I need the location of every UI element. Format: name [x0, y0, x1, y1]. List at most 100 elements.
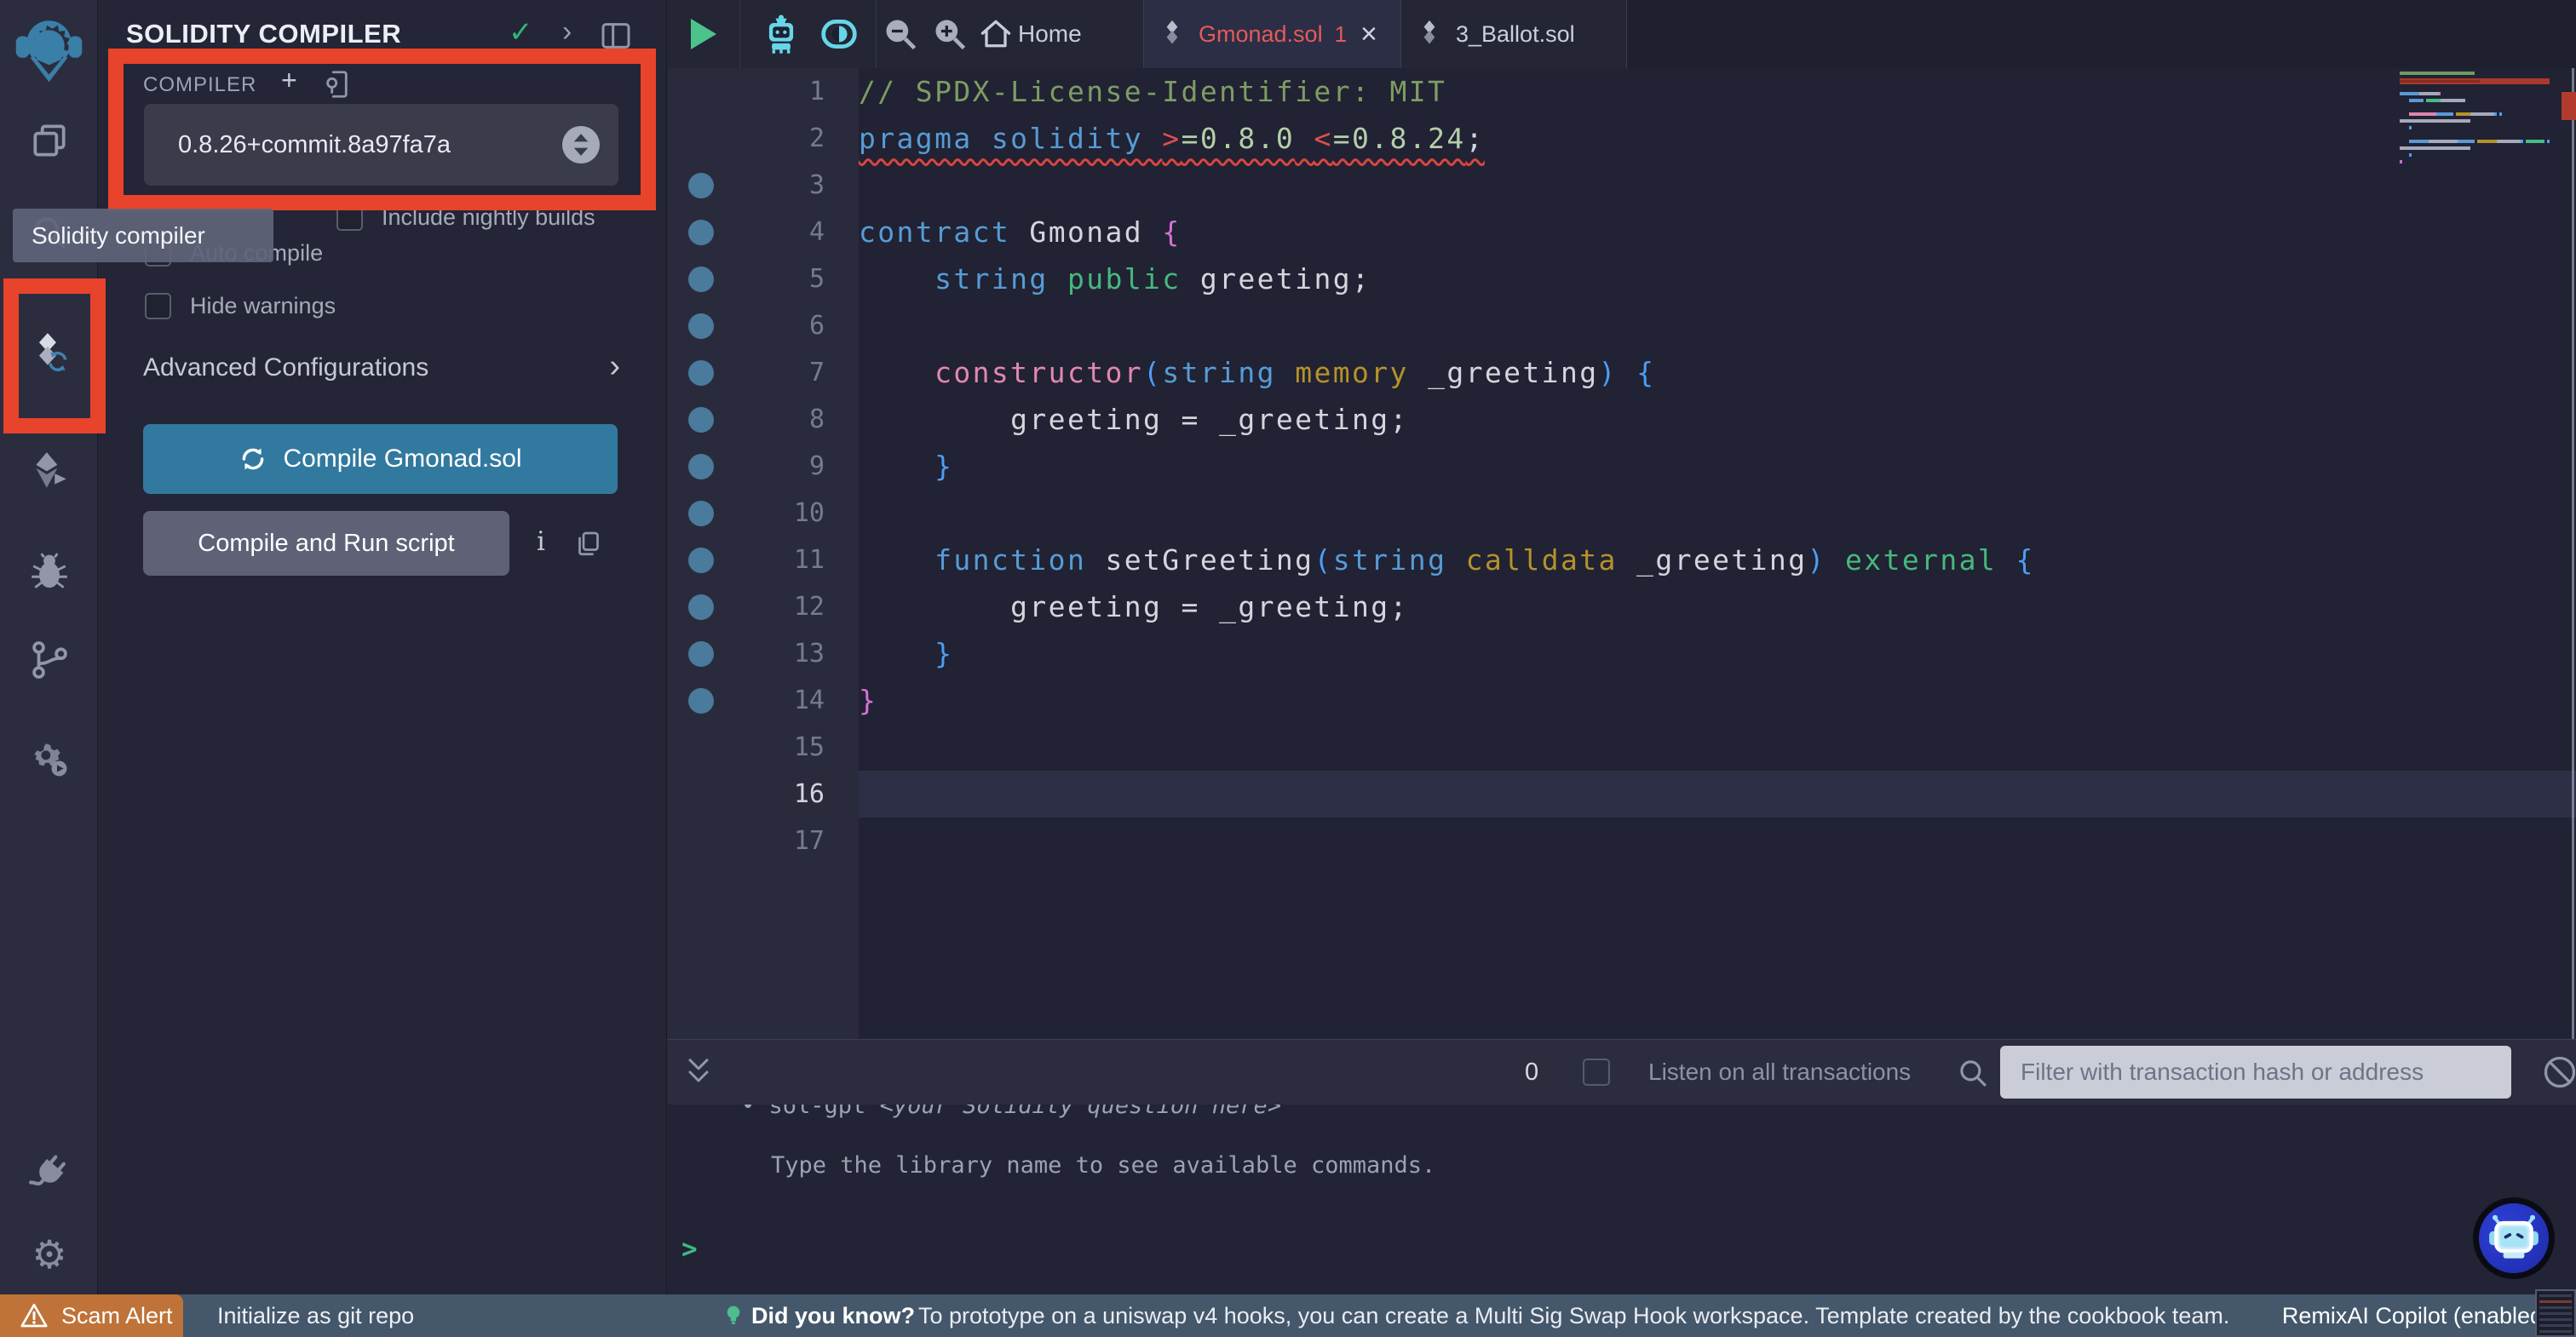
add-compiler-icon[interactable]: + [281, 65, 297, 96]
minimap-line [2400, 106, 2550, 109]
code-text: } [859, 684, 878, 717]
remixai-copilot-fab[interactable] [2473, 1197, 2555, 1279]
code-line[interactable]: 16 [667, 771, 2576, 818]
copilot-toggle-icon[interactable] [814, 15, 865, 57]
hide-warnings-row: Hide warnings [145, 293, 336, 319]
file-explorer-icon[interactable] [28, 119, 71, 162]
compiler-version-select[interactable]: 0.8.26+commit.8a97fa7a [144, 104, 618, 186]
info-icon[interactable]: i [537, 526, 545, 557]
remixai-copilot-status[interactable]: RemixAI Copilot (enabled) [2282, 1294, 2550, 1337]
zoom-out-icon[interactable] [882, 15, 919, 57]
editor-tab-bar: Home Gmonad.sol 1 × 3_Ballot.sol [667, 0, 2576, 68]
code-line[interactable]: 1 // SPDX-License-Identifier: MIT [667, 68, 2576, 115]
refresh-icon [243, 448, 264, 470]
advanced-configurations-row[interactable]: Advanced Configurations › [143, 348, 620, 384]
line-number: 12 [793, 592, 825, 622]
solidity-compiler-icon[interactable] [28, 330, 71, 373]
code-line[interactable]: 10 [667, 490, 2576, 537]
line-number: 1 [808, 77, 825, 106]
transaction-filter-input[interactable] [2000, 1046, 2511, 1099]
code-line[interactable]: 6 [667, 302, 2576, 349]
terminal-panel: 0 Listen on all transactions • sol-gpt <… [667, 1039, 2576, 1294]
line-number: 10 [793, 498, 825, 528]
solidity-compiler-tooltip: Solidity compiler [13, 209, 273, 262]
include-nightly-row: Include nightly builds [336, 204, 595, 231]
minimap-line [2400, 92, 2550, 95]
minimap-line [2400, 119, 2550, 123]
deploy-run-icon[interactable] [28, 450, 71, 492]
line-number: 3 [808, 170, 825, 200]
code-line[interactable]: 13 } [667, 630, 2576, 677]
split-panel-icon[interactable] [599, 19, 633, 57]
scam-alert-label: Scam Alert [61, 1302, 173, 1328]
compile-button-label: Compile Gmonad.sol [283, 445, 522, 473]
line-number: 6 [808, 311, 825, 341]
code-line[interactable]: 2 pragma solidity >=0.8.0 <=0.8.24; [667, 115, 2576, 162]
settings-icon[interactable]: ⚙ [28, 1233, 71, 1276]
chevron-right-icon: › [609, 348, 620, 384]
minimap-line [2400, 133, 2550, 136]
hide-warnings-checkbox[interactable] [145, 293, 171, 319]
lightbulb-icon [720, 1302, 747, 1334]
terminal-prompt[interactable]: > [681, 1234, 698, 1265]
did-you-know-label: Did you know? [751, 1303, 915, 1328]
home-icon[interactable] [977, 15, 1015, 57]
panel-forward-icon[interactable]: › [562, 15, 572, 49]
code-line[interactable]: 17 [667, 818, 2576, 864]
code-line[interactable]: 4 contract Gmonad { [667, 209, 2576, 255]
collapse-terminal-icon[interactable] [681, 1053, 716, 1095]
code-text: // SPDX-License-Identifier: MIT [859, 75, 1447, 108]
remixai-robot-icon[interactable] [759, 12, 803, 60]
scam-alert-badge[interactable]: Scam Alert [0, 1294, 183, 1337]
code-line[interactable]: 9 } [667, 443, 2576, 490]
compile-and-run-button[interactable]: Compile and Run script [143, 511, 509, 576]
clear-console-icon[interactable] [2541, 1053, 2576, 1095]
code-text: greeting = _greeting; [859, 590, 1409, 623]
remix-logo-icon[interactable] [9, 9, 89, 89]
code-line[interactable]: 14} [667, 677, 2576, 724]
compiler-license-icon[interactable] [321, 68, 354, 105]
copy-icon[interactable] [573, 528, 604, 563]
activity-bar: ⚙ [0, 0, 98, 1337]
tab-3-ballot-sol[interactable]: 3_Ballot.sol [1401, 0, 1627, 68]
code-line[interactable]: 5 string public greeting; [667, 255, 2576, 302]
run-script-play-button[interactable] [691, 19, 716, 49]
close-tab-icon[interactable]: × [1360, 20, 1377, 49]
did-you-know-text: To prototype on a uniswap v4 hooks, you … [918, 1303, 2230, 1328]
zoom-in-icon[interactable] [931, 15, 969, 57]
code-line[interactable]: 12 greeting = _greeting; [667, 583, 2576, 630]
code-line[interactable]: 7 constructor(string memory _greeting) { [667, 349, 2576, 396]
code-line[interactable]: 15 [667, 724, 2576, 771]
git-icon[interactable] [28, 639, 71, 681]
editor-scrollbar[interactable] [2572, 68, 2574, 1039]
minimap-line [2400, 78, 2550, 84]
listen-transactions-checkbox[interactable] [1583, 1059, 1610, 1086]
tab-gmonad-sol[interactable]: Gmonad.sol 1 × [1143, 0, 1401, 68]
tab-label: Gmonad.sol [1199, 20, 1323, 47]
plugin-manager-icon[interactable] [28, 737, 71, 780]
compile-button[interactable]: Compile Gmonad.sol [143, 424, 618, 494]
code-line[interactable]: 3 [667, 162, 2576, 209]
version-stepper-icon[interactable] [562, 126, 600, 164]
code-line[interactable]: 11 function setGreeting(string calldata … [667, 537, 2576, 583]
code-line[interactable]: 8 greeting = _greeting; [667, 396, 2576, 443]
minimap-line [2400, 72, 2550, 75]
include-nightly-label: Include nightly builds [382, 204, 595, 230]
transaction-count-badge: 0 [1525, 1059, 1539, 1086]
init-git-repo-button[interactable]: Initialize as git repo [217, 1294, 414, 1337]
line-number: 17 [793, 826, 825, 856]
solidity-compiler-panel: SOLIDITY COMPILER ✓ › COMPILER + 0.8.26+… [98, 0, 667, 1294]
minimap-line [2400, 112, 2550, 116]
editor-minimap[interactable] [2400, 72, 2550, 187]
plug-icon[interactable] [28, 1151, 71, 1194]
minimap-line [2400, 126, 2550, 129]
debugger-icon[interactable] [28, 550, 71, 593]
code-editor[interactable]: 1 // SPDX-License-Identifier: MIT 2 pragma … [667, 68, 2576, 1039]
include-nightly-checkbox[interactable] [336, 204, 363, 231]
line-number: 13 [793, 639, 825, 668]
home-tab[interactable]: Home [1018, 0, 1082, 68]
copilot-robot-icon [2489, 1214, 2539, 1259]
minimap-line [2400, 85, 2550, 89]
line-number: 15 [793, 732, 825, 762]
code-text: function setGreeting(string calldata _gr… [934, 543, 2035, 577]
